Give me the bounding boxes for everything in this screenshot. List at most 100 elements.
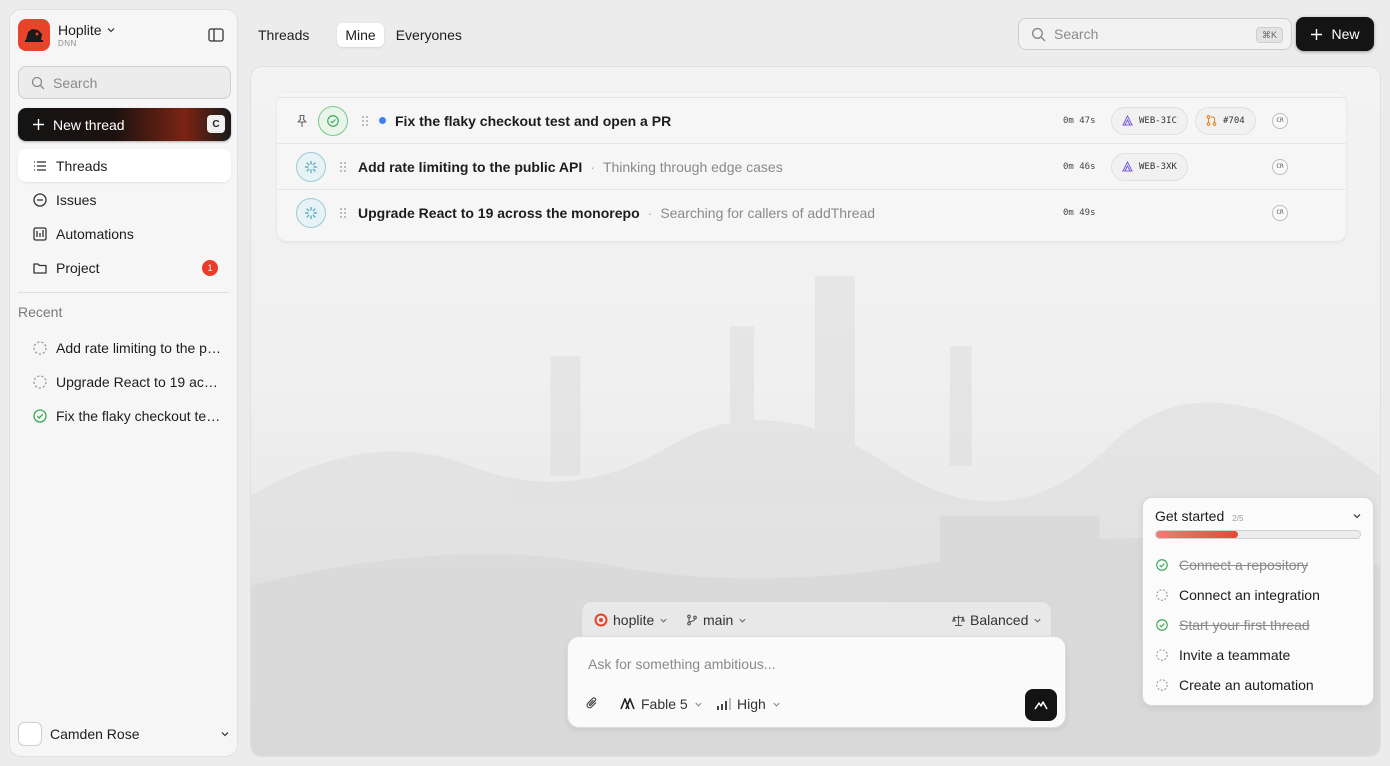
thread-status-text: Thinking through edge cases — [602, 158, 783, 175]
send-button[interactable] — [1025, 689, 1057, 721]
circle-minus-icon — [33, 192, 47, 207]
reviewer-avatar[interactable]: CR — [1272, 112, 1288, 129]
recent-item-label: Upgrade React to 19 across the monorepo — [56, 374, 221, 390]
thread-time: 0m 47s — [1063, 115, 1096, 126]
tab-mine[interactable]: Mine — [337, 23, 384, 47]
sidebar-item-label: Automations — [56, 225, 134, 242]
sidebar-divider — [18, 292, 229, 293]
reviewer-avatar[interactable]: CR — [1272, 204, 1288, 221]
plus-icon — [33, 119, 44, 130]
top-tabs: Threads Mine Everyones — [250, 22, 470, 48]
chevron-down-icon — [660, 618, 667, 623]
sidebar-search-input[interactable]: Search — [18, 66, 231, 99]
effort-selector[interactable]: High — [717, 696, 781, 712]
thread-title: Upgrade React to 19 across the monorepo — [358, 204, 640, 221]
reviewer-avatar[interactable]: CR — [1272, 158, 1288, 175]
issue-chip[interactable]: WEB-3XK — [1111, 152, 1188, 181]
branch-selector[interactable]: main — [686, 612, 747, 628]
thread-status-text: Searching for callers of addThread — [660, 204, 876, 221]
chevron-down-icon[interactable] — [1351, 510, 1363, 522]
new-button[interactable]: New — [1296, 17, 1374, 51]
sidebar-item-label: Threads — [56, 157, 108, 174]
pr-chip-label: #704 — [1223, 115, 1245, 126]
automation-icon — [33, 226, 47, 241]
new-thread-button[interactable]: New thread C — [18, 108, 231, 141]
drag-handle-icon[interactable] — [338, 206, 348, 220]
checklist-item[interactable]: Start your first thread — [1155, 610, 1365, 640]
chevron-down-icon — [695, 702, 702, 707]
workspace-logo-icon — [18, 19, 50, 51]
issue-chip-label: WEB-3IC — [1139, 115, 1177, 126]
tab-everyones[interactable]: Everyones — [388, 23, 470, 47]
table-row[interactable]: Fix the flaky checkout test and open a P… — [277, 97, 1346, 143]
repo-icon — [594, 613, 608, 627]
recent-item-label: Add rate limiting to the public API — [56, 340, 221, 356]
model-selector[interactable]: Fable 5 — [620, 696, 703, 712]
search-icon — [1031, 27, 1046, 41]
user-menu[interactable]: Camden Rose — [18, 720, 231, 748]
avatar — [18, 722, 42, 746]
pr-chip[interactable]: #704 — [1195, 106, 1256, 135]
check-circle-icon — [33, 409, 47, 423]
thread-title: Add rate limiting to the public API — [358, 158, 583, 175]
pin-icon[interactable] — [295, 114, 309, 128]
send-icon — [1034, 701, 1048, 710]
checklist-item-label: Create an automation — [1179, 677, 1314, 693]
new-thread-label: New thread — [53, 116, 125, 133]
list-icon — [34, 160, 46, 171]
sidebar: Hoplite DNN Search New thread C Threads … — [9, 9, 238, 757]
workspace-switcher[interactable]: Hoplite DNN — [18, 18, 229, 52]
pending-status-icon — [1156, 649, 1168, 661]
issue-chip-label: WEB-3XK — [1139, 161, 1177, 172]
linear-icon — [1122, 161, 1133, 172]
branch-name: main — [703, 612, 734, 628]
get-started-progress — [1155, 530, 1361, 539]
chevron-down-icon — [739, 618, 746, 623]
composer[interactable]: Ask for something ambitious... Fable 5 H… — [567, 636, 1066, 728]
checklist-item[interactable]: Invite a teammate — [1155, 640, 1365, 670]
pending-status-icon — [1156, 679, 1168, 691]
checklist-item[interactable]: Connect an integration — [1155, 580, 1365, 610]
running-status-icon — [296, 197, 326, 228]
sidebar-nav: Threads Issues Automations Project 1 — [18, 149, 231, 285]
tab-threads[interactable]: Threads — [250, 23, 317, 47]
drag-handle-icon[interactable] — [360, 114, 370, 128]
thread-list: Fix the flaky checkout test and open a P… — [277, 93, 1346, 241]
workspace-subtitle: DNN — [58, 38, 77, 48]
sidebar-item-automations[interactable]: Automations — [18, 217, 231, 250]
attach-button[interactable] — [585, 696, 599, 710]
mode-selector[interactable]: Balanced — [952, 612, 1042, 628]
model-logo-icon — [620, 698, 635, 710]
recent-item-label: Fix the flaky checkout test and open a P… — [56, 408, 221, 424]
linear-icon — [1122, 115, 1133, 126]
get-started-panel: Get started 2/5 Connect a repository Con… — [1142, 497, 1374, 706]
recent-item[interactable]: Add rate limiting to the public API — [18, 331, 231, 365]
sidebar-item-issues[interactable]: Issues — [18, 183, 231, 216]
mode-label: Balanced — [970, 612, 1029, 628]
project-badge: 1 — [202, 260, 218, 276]
table-row[interactable]: Upgrade React to 19 across the monorepo ·… — [277, 189, 1346, 235]
sidebar-toggle-icon[interactable] — [207, 26, 225, 44]
table-row[interactable]: Add rate limiting to the public API · Thin… — [277, 143, 1346, 189]
checklist-item[interactable]: Connect a repository — [1155, 550, 1365, 580]
sidebar-item-threads[interactable]: Threads — [18, 149, 231, 182]
repo-selector[interactable]: hoplite — [594, 612, 668, 628]
checklist-item[interactable]: Create an automation — [1155, 670, 1365, 700]
global-search-input[interactable]: Search ⌘K — [1018, 18, 1292, 50]
issue-chip[interactable]: WEB-3IC — [1111, 106, 1188, 135]
sidebar-item-project[interactable]: Project 1 — [18, 251, 231, 284]
checklist-item-label: Connect an integration — [1179, 587, 1320, 603]
search-shortcut: ⌘K — [1255, 27, 1283, 43]
chevron-down-icon — [107, 27, 115, 32]
recent-item[interactable]: Upgrade React to 19 across the monorepo — [18, 365, 231, 399]
pull-request-icon — [1206, 115, 1217, 126]
prompt-input[interactable]: Ask for something ambitious... — [588, 656, 776, 672]
chevron-down-icon — [1034, 618, 1041, 623]
effort-label: High — [737, 696, 766, 712]
signal-bars-icon — [717, 698, 731, 710]
recent-item[interactable]: Fix the flaky checkout test and open a P… — [18, 399, 231, 433]
pending-status-icon — [33, 375, 47, 389]
thread-title-group: Upgrade React to 19 across the monorepo ·… — [358, 204, 876, 221]
sidebar-item-label: Project — [56, 259, 100, 276]
drag-handle-icon[interactable] — [338, 160, 348, 174]
